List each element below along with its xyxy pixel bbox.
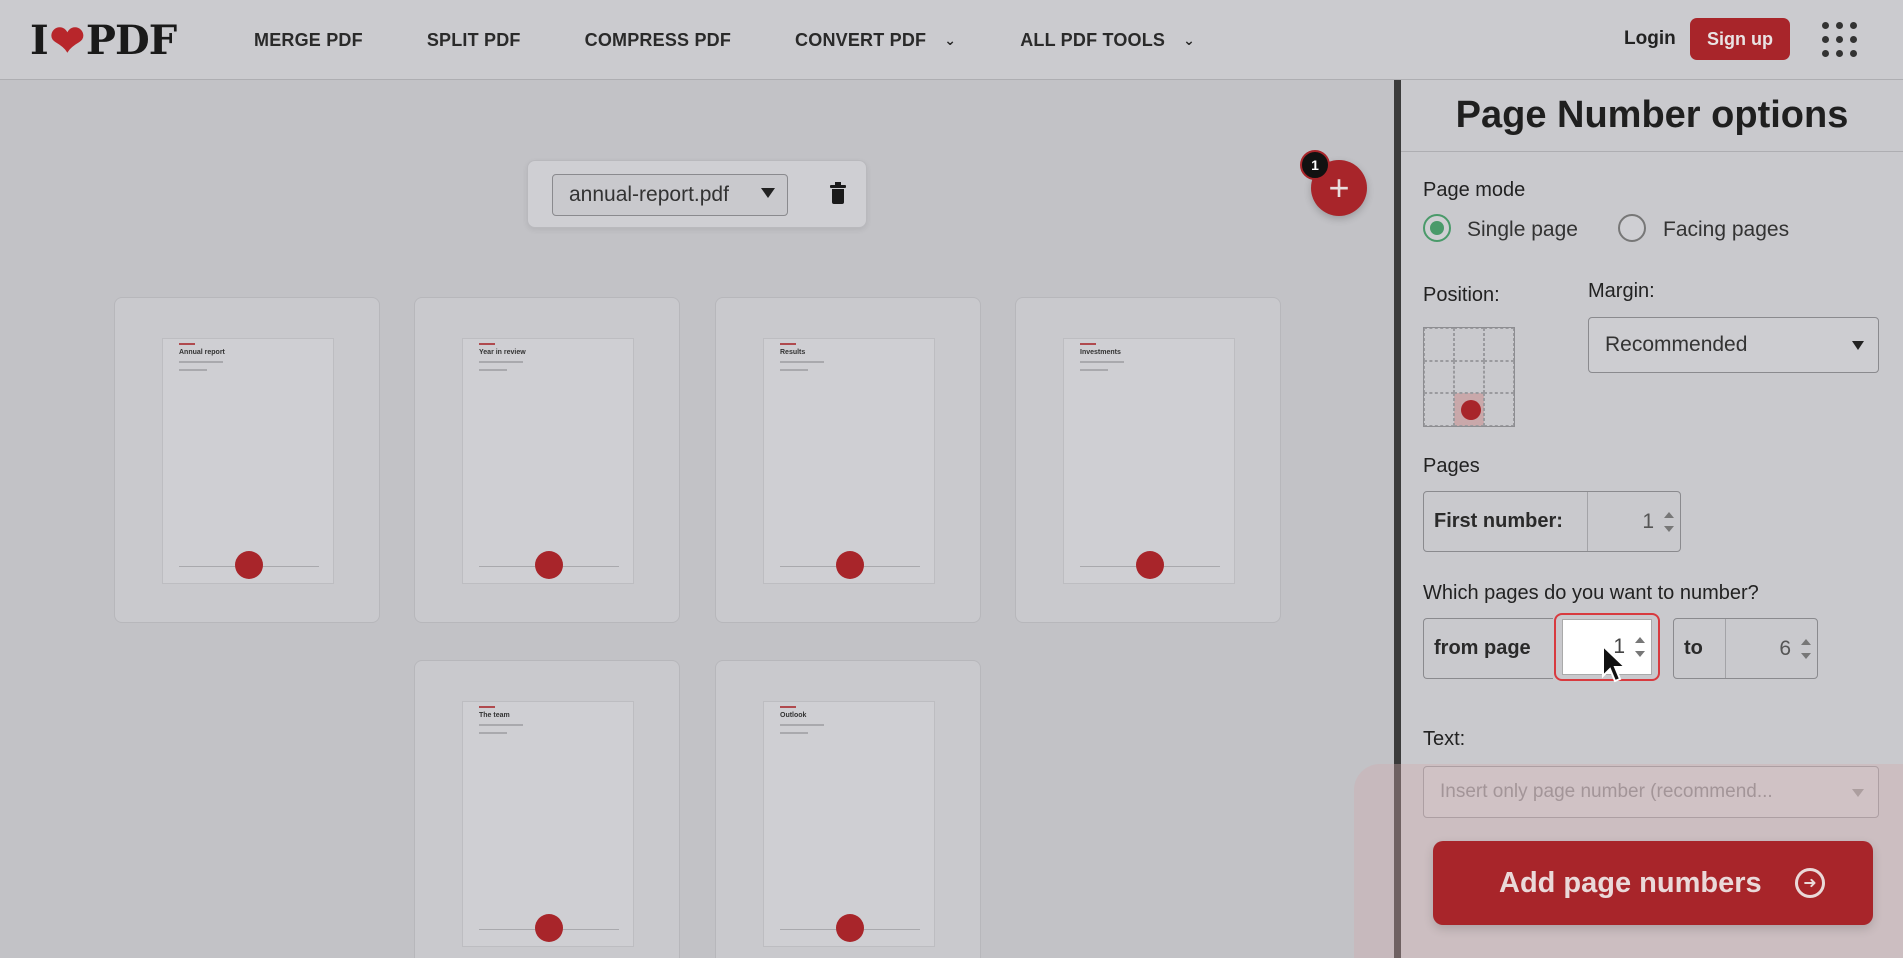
first-number-group: First number: 1	[1423, 491, 1681, 552]
page-title: The team	[479, 712, 510, 719]
radio-single-page[interactable]	[1423, 214, 1451, 242]
page-card[interactable]: Annual report	[114, 297, 380, 623]
page-card[interactable]: The team	[414, 660, 680, 958]
mouse-cursor-icon	[1602, 643, 1628, 683]
position-top-left[interactable]	[1424, 328, 1454, 361]
radio-facing-pages[interactable]	[1618, 214, 1646, 242]
cta-label: Add page numbers	[1499, 866, 1762, 899]
plus-icon: +	[1328, 167, 1350, 208]
page-number-marker	[1136, 551, 1164, 579]
page-thumbnail: Investments	[1063, 338, 1235, 584]
position-top-right[interactable]	[1484, 328, 1514, 361]
chevron-down-icon: ⌄	[944, 31, 957, 48]
page-thumbnail: The team	[462, 701, 634, 947]
position-bottom-left[interactable]	[1424, 393, 1454, 426]
facing-pages-label[interactable]: Facing pages	[1663, 218, 1789, 242]
spinner-arrows-icon[interactable]	[1635, 635, 1645, 659]
page-card[interactable]: Outlook	[715, 660, 981, 958]
heart-icon: ❤	[49, 15, 85, 65]
top-navbar: I ❤ PDF MERGE PDF SPLIT PDF COMPRESS PDF…	[0, 0, 1903, 80]
page-title: Annual report	[179, 349, 225, 356]
logo-text-pdf: PDF	[85, 16, 177, 64]
to-label: to	[1674, 619, 1726, 678]
position-grid	[1423, 327, 1515, 427]
position-top-center[interactable]	[1454, 328, 1484, 361]
page-title: Results	[780, 349, 806, 356]
caret-down-icon	[761, 188, 775, 198]
position-label: Position:	[1423, 284, 1500, 306]
arrow-right-circle-icon: ➜	[1795, 868, 1825, 898]
from-page-label: from page	[1434, 637, 1531, 659]
page-number-marker	[535, 914, 563, 942]
single-page-label[interactable]: Single page	[1467, 218, 1578, 242]
workspace: annual-report.pdf + 1 Annual report Year…	[0, 80, 1394, 958]
page-number-marker	[836, 551, 864, 579]
position-bottom-center[interactable]	[1454, 393, 1484, 426]
file-select[interactable]: annual-report.pdf	[552, 174, 788, 216]
first-number-label: First number:	[1424, 492, 1588, 551]
page-thumbnail: Results	[763, 338, 935, 584]
panel-title: Page Number options	[1401, 80, 1903, 152]
page-thumbnail: Year in review	[462, 338, 634, 584]
caret-down-icon	[1852, 341, 1864, 350]
page-thumbnail: Outlook	[763, 701, 935, 947]
login-link[interactable]: Login	[1624, 28, 1676, 50]
signup-button[interactable]: Sign up	[1690, 18, 1790, 60]
to-page-group: to 6	[1673, 618, 1818, 679]
file-toolbar: annual-report.pdf	[527, 160, 867, 228]
nav-split-pdf[interactable]: SPLIT PDF	[427, 30, 521, 51]
page-card[interactable]: Investments	[1015, 297, 1281, 623]
pages-label: Pages	[1423, 455, 1480, 477]
to-page-input[interactable]: 6	[1726, 619, 1817, 678]
page-title: Investments	[1080, 349, 1121, 356]
page-number-marker	[535, 551, 563, 579]
page-title: Outlook	[780, 712, 807, 719]
which-pages-label: Which pages do you want to number?	[1423, 582, 1759, 604]
file-name: annual-report.pdf	[569, 183, 729, 206]
nav-compress-pdf[interactable]: COMPRESS PDF	[585, 30, 731, 51]
page-number-marker	[235, 551, 263, 579]
ilovepdf-logo[interactable]: I ❤ PDF	[30, 15, 177, 65]
position-middle-right[interactable]	[1484, 360, 1514, 394]
page-card[interactable]: Results	[715, 297, 981, 623]
position-middle-left[interactable]	[1424, 360, 1454, 394]
from-page-group: from page	[1423, 618, 1553, 679]
page-thumbnail: Annual report	[162, 338, 334, 584]
chevron-down-icon: ⌄	[1183, 31, 1196, 48]
position-bottom-right[interactable]	[1484, 393, 1514, 426]
position-middle-center[interactable]	[1454, 360, 1484, 394]
page-title: Year in review	[479, 349, 526, 356]
spinner-arrows-icon[interactable]	[1801, 637, 1811, 661]
page-number-marker	[836, 914, 864, 942]
logo-letter-i: I	[30, 16, 49, 64]
page-card[interactable]: Year in review	[414, 297, 680, 623]
text-label: Text:	[1423, 728, 1466, 750]
margin-select[interactable]: Recommended	[1588, 317, 1879, 373]
main-nav: MERGE PDF SPLIT PDF COMPRESS PDF CONVERT…	[254, 0, 1259, 80]
file-count-badge: 1	[1300, 150, 1330, 180]
nav-merge-pdf[interactable]: MERGE PDF	[254, 30, 363, 51]
apps-grid-icon[interactable]	[1822, 22, 1858, 58]
spinner-arrows-icon[interactable]	[1664, 510, 1674, 534]
trash-icon[interactable]	[830, 182, 846, 205]
nav-convert-pdf[interactable]: CONVERT PDF ⌄	[795, 30, 956, 51]
margin-value: Recommended	[1605, 333, 1748, 356]
page-mode-label: Page mode	[1423, 179, 1526, 201]
first-number-input[interactable]: 1	[1588, 492, 1680, 551]
margin-label: Margin:	[1588, 280, 1655, 302]
add-page-numbers-button[interactable]: Add page numbers ➜	[1433, 841, 1873, 925]
nav-all-pdf-tools[interactable]: ALL PDF TOOLS ⌄	[1020, 30, 1195, 51]
